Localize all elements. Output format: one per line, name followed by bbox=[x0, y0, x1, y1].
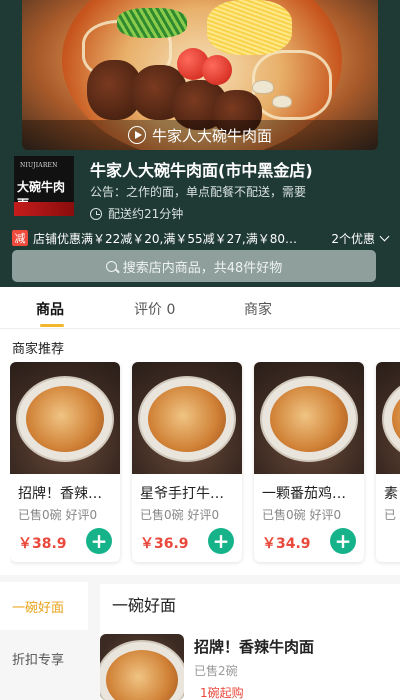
shop-logo: NIUJIAREN 大碗牛肉面 bbox=[14, 156, 74, 216]
delivery-time: 配送约21分钟 bbox=[90, 205, 183, 222]
recommend-title: 商家推荐 bbox=[12, 342, 65, 357]
tab-merchant[interactable]: 商家 bbox=[244, 299, 272, 319]
add-to-cart-button[interactable]: + bbox=[208, 528, 234, 554]
tomato bbox=[202, 55, 232, 85]
shop-video-banner[interactable]: 牛家人大碗牛肉面 bbox=[22, 0, 378, 150]
dish-name: 星爷手打牛… bbox=[140, 486, 224, 502]
play-icon[interactable] bbox=[127, 126, 146, 144]
egg-decoration bbox=[207, 0, 292, 55]
video-label: 牛家人大碗牛肉面 bbox=[151, 126, 272, 145]
dish-sold: 已售0碗 bbox=[262, 508, 306, 522]
dish-stats: 已售0碗 好评0 bbox=[262, 506, 341, 523]
clock-icon bbox=[90, 207, 102, 220]
minimum-order: 1碗起购 bbox=[200, 686, 244, 700]
promo-text: 店铺优惠满￥22减￥20,满￥55减￥27,满￥80… bbox=[33, 231, 297, 246]
shop-notice[interactable]: 公告：之作的面，单点配餐不配送，需要 bbox=[90, 183, 360, 200]
dish-image bbox=[10, 362, 120, 474]
tab-products[interactable]: 商品 bbox=[36, 299, 64, 319]
dish-stats: 已售0碗 好评0 bbox=[18, 506, 97, 523]
plate bbox=[138, 376, 236, 462]
discount-badge: 减 bbox=[12, 230, 28, 246]
dish-stats: 已售0碗 好评0 bbox=[140, 506, 219, 523]
mushroom bbox=[272, 95, 292, 108]
plate bbox=[382, 376, 400, 462]
dish-food bbox=[270, 386, 348, 452]
dish-rating: 好评0 bbox=[309, 508, 342, 522]
delivery-text: 配送约21分钟 bbox=[108, 207, 184, 221]
recommend-card[interactable]: 一颗番茄鸡… 已售0碗 好评0 ￥34.9 + bbox=[254, 362, 364, 562]
dish-sold: 已售0碗 bbox=[140, 508, 184, 522]
tab-reviews[interactable]: 评价 0 bbox=[134, 299, 175, 319]
dish-rating: 好评0 bbox=[187, 508, 220, 522]
dish-price: ￥36.9 bbox=[140, 536, 189, 552]
promo-more-label: 2个优惠 bbox=[331, 231, 375, 246]
dish-image bbox=[132, 362, 242, 474]
recommend-card[interactable]: 招牌！香辣… 已售0碗 好评0 ￥38.9 + bbox=[10, 362, 120, 562]
dish-food bbox=[26, 386, 104, 452]
dish-sold: 已 bbox=[384, 508, 397, 522]
dish-rating: 好评0 bbox=[65, 508, 98, 522]
dish-food bbox=[392, 386, 400, 452]
search-input[interactable]: 搜索店内商品，共48件好物 bbox=[12, 250, 376, 282]
dish-sold: 已售0碗 bbox=[18, 508, 62, 522]
dish-food bbox=[106, 650, 178, 700]
add-to-cart-button[interactable]: + bbox=[330, 528, 356, 554]
dish-image bbox=[376, 362, 400, 474]
search-icon bbox=[105, 260, 117, 272]
plate bbox=[16, 376, 114, 462]
category-item[interactable]: 折扣专享 bbox=[0, 634, 88, 682]
promo-bar[interactable]: 减 店铺优惠满￥22减￥20,满￥55减￥27,满￥80… 2个优惠 bbox=[12, 229, 396, 247]
search-placeholder: 搜索店内商品，共48件好物 bbox=[122, 260, 283, 276]
plate bbox=[260, 376, 358, 462]
dish-food bbox=[148, 386, 226, 452]
logo-text-en: NIUJIAREN bbox=[20, 162, 58, 169]
greens-decoration bbox=[117, 8, 187, 38]
category-item[interactable]: 一碗好面 bbox=[0, 582, 88, 630]
dish-price: ￥34.9 bbox=[262, 536, 311, 552]
section-title: 一碗好面 bbox=[100, 584, 400, 624]
video-play-bar[interactable]: 牛家人大碗牛肉面 bbox=[22, 120, 378, 150]
shop-name: 牛家人大碗牛肉面(市中黑金店) bbox=[90, 161, 313, 180]
promo-more-button[interactable]: 2个优惠 bbox=[331, 230, 396, 247]
dish-name: 招牌！香辣牛肉面 bbox=[194, 638, 315, 656]
add-to-cart-button[interactable]: + bbox=[86, 528, 112, 554]
dish-image bbox=[254, 362, 364, 474]
dish-stats: 已 bbox=[384, 506, 396, 523]
dish-sold: 已售2碗 bbox=[194, 664, 238, 678]
dish-image bbox=[100, 634, 184, 700]
menu-item[interactable]: 招牌！香辣牛肉面 已售2碗 1碗起购 bbox=[100, 624, 400, 700]
dish-price: ￥38.9 bbox=[18, 536, 67, 552]
recommend-card[interactable]: 星爷手打牛… 已售0碗 好评0 ￥36.9 + bbox=[132, 362, 242, 562]
chevron-down-icon bbox=[379, 231, 390, 241]
plate bbox=[100, 640, 184, 700]
dish-name: 一颗番茄鸡… bbox=[262, 486, 346, 502]
shop-header: 牛家人大碗牛肉面 NIUJIAREN 大碗牛肉面 牛家人大碗牛肉面(市中黑金店)… bbox=[0, 0, 400, 287]
dish-name: 素 bbox=[384, 486, 398, 502]
logo-stripe bbox=[14, 202, 74, 216]
mushroom bbox=[252, 80, 274, 94]
active-tab-indicator bbox=[40, 324, 64, 327]
dish-name: 招牌！香辣… bbox=[18, 486, 102, 502]
recommend-card[interactable]: 素 已 bbox=[376, 362, 400, 562]
tab-bar: 商品 评价 0 商家 bbox=[0, 287, 400, 329]
recommend-carousel[interactable]: 招牌！香辣… 已售0碗 好评0 ￥38.9 + 星爷手打牛… 已售0碗 好评0 … bbox=[10, 362, 400, 567]
